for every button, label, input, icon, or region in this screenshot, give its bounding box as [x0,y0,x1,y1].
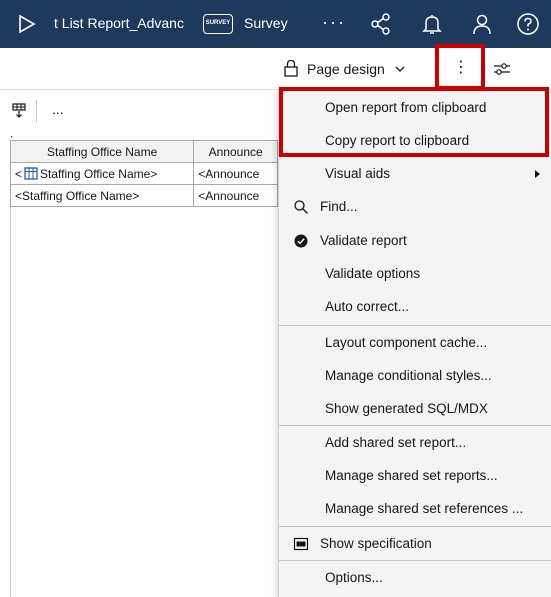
menu-item-label: Manage conditional styles... [325,368,492,383]
properties-icon[interactable] [493,62,511,76]
kebab-highlight-box [435,44,485,90]
table-row: < Staffing Office Name> <Announce [9,162,278,185]
share-icon[interactable] [369,12,393,36]
menu-item-label: Show specification [320,536,432,551]
top-bar: t List Report_Advanc SURVEY Survey ··· [0,0,551,48]
menu-item-show-generated-sql[interactable]: Show generated SQL/MDX [279,393,551,426]
menu-divider [279,325,551,326]
help-icon[interactable] [516,12,540,36]
report-list[interactable]: Staffing Office Name Announce < Staffing … [9,140,278,207]
menu-item-add-shared-set-report[interactable]: Add shared set report... [279,427,551,460]
page-design-dropdown[interactable]: Page design [307,61,385,77]
table-cell[interactable]: <Announce [193,162,278,185]
menu-item-manage-shared-set-references[interactable]: Manage shared set references ... [279,493,551,526]
menu-item-validate-options[interactable]: Validate options [279,258,551,291]
search-icon [294,200,308,214]
cell-text-prefix: < [15,166,23,181]
submenu-arrow-icon [535,170,540,178]
menu-item-layout-component-cache[interactable]: Layout component cache... [279,327,551,360]
insert-table-icon[interactable] [12,103,26,119]
canvas-edge [10,140,11,597]
toolbar-divider [36,100,37,122]
menu-divider [279,560,551,561]
menu-item-label: Validate report [320,233,407,248]
survey-label[interactable]: Survey [244,15,288,31]
survey-icon[interactable]: SURVEY [203,14,233,34]
cell-text: Staffing Office Name> [40,166,158,181]
menu-item-label: Manage shared set references ... [325,501,524,516]
menu-item-label: Options... [325,570,383,585]
run-icon[interactable] [18,14,36,34]
table-cell[interactable]: <Announce [193,184,278,207]
menu-item-manage-conditional-styles[interactable]: Manage conditional styles... [279,360,551,393]
clipboard-highlight-box [279,87,549,157]
more-tools-button[interactable]: ... [52,101,64,117]
menu-item-validate-report[interactable]: Validate report [279,225,551,258]
report-title: t List Report_Advanc [54,15,184,31]
menu-item-label: Auto correct... [325,299,410,314]
table-cell[interactable]: <Staffing Office Name> [9,184,195,207]
menu-item-auto-correct[interactable]: Auto correct... [279,291,551,324]
menu-item-find[interactable]: Find... [279,191,551,224]
table-icon [24,166,38,180]
table-header-row: Staffing Office Name Announce [9,140,278,163]
menu-item-show-specification[interactable]: Show specification [279,528,551,561]
chevron-down-icon[interactable] [395,65,405,73]
menu-item-label: Validate options [325,266,421,281]
menu-item-label: Add shared set report... [325,435,467,450]
table-row: <Staffing Office Name> <Announce [9,184,278,207]
menu-item-options[interactable]: Options... [279,562,551,595]
table-cell[interactable]: < Staffing Office Name> [9,162,195,185]
xml-file-icon [293,537,309,551]
menu-divider [279,425,551,426]
notification-icon[interactable] [420,12,444,36]
menu-item-visual-aids[interactable]: Visual aids [279,158,551,191]
menu-item-label: Show generated SQL/MDX [325,401,488,416]
object-toolbar: ... [0,90,278,132]
checkmark-filled-icon [294,234,308,248]
more-options-menu: Open report from clipboard Copy report t… [278,90,551,597]
menu-item-label: Find... [320,199,358,214]
column-header[interactable]: Announce [193,140,278,163]
menu-divider [279,526,551,527]
menu-item-label: Manage shared set reports... [325,468,498,483]
menu-item-manage-shared-set-reports[interactable]: Manage shared set reports... [279,460,551,493]
user-icon[interactable] [470,12,494,36]
lock-icon[interactable] [283,59,299,77]
menu-item-label: Visual aids [325,166,391,181]
column-header[interactable]: Staffing Office Name [9,140,195,163]
menu-item-label: Layout component cache... [325,335,488,350]
more-actions-button[interactable]: ··· [322,12,346,33]
